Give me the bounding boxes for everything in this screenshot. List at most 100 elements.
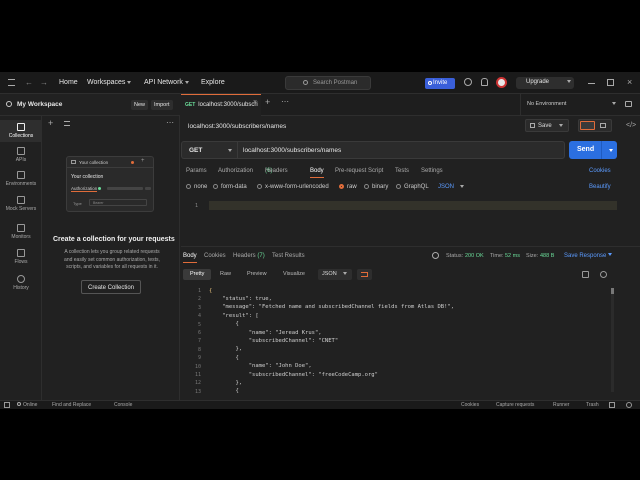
sidebar-item-flows[interactable]: Flows bbox=[0, 249, 42, 265]
edit-toggle[interactable] bbox=[578, 119, 612, 132]
sidebar-item-history[interactable]: History bbox=[0, 275, 42, 291]
view-preview[interactable]: Preview bbox=[243, 269, 271, 280]
response-scrollbar[interactable] bbox=[611, 288, 614, 392]
maximize-window-icon[interactable] bbox=[607, 79, 614, 86]
wrap-lines-button[interactable] bbox=[357, 269, 372, 280]
documentation-icon[interactable] bbox=[600, 123, 606, 128]
view-pretty[interactable]: Pretty bbox=[183, 269, 212, 280]
plus-icon[interactable]: + bbox=[48, 118, 53, 128]
online-status[interactable]: Online bbox=[17, 402, 37, 408]
find-replace-button[interactable]: Find and Replace bbox=[52, 402, 91, 408]
sidebar-item-collections[interactable]: Collections bbox=[0, 120, 42, 142]
nav-workspaces[interactable]: Workspaces bbox=[87, 79, 132, 86]
body-type-urlencoded[interactable]: x-www-form-urlencoded bbox=[257, 184, 329, 190]
body-type-none[interactable]: none bbox=[186, 184, 207, 190]
resp-tab-headers[interactable]: Headers (7) bbox=[233, 253, 265, 259]
tab-pre-request-script[interactable]: Pre-request Script bbox=[335, 168, 383, 174]
nav-api-network[interactable]: API Network bbox=[144, 79, 189, 86]
environment-quick-look-icon[interactable] bbox=[625, 101, 632, 107]
create-collection-button[interactable]: Create Collection bbox=[81, 280, 141, 294]
copy-icon[interactable] bbox=[582, 271, 589, 278]
editor-active-line bbox=[209, 201, 617, 210]
environment-selector[interactable]: No Environment bbox=[520, 94, 619, 115]
nav-explore[interactable]: Explore bbox=[201, 79, 225, 86]
body-type-form-data[interactable]: form-data bbox=[213, 184, 247, 190]
import-button[interactable]: Import bbox=[151, 100, 173, 110]
body-type-raw[interactable]: raw bbox=[339, 184, 357, 190]
trash-button[interactable]: Trash bbox=[586, 402, 599, 408]
view-visualize[interactable]: Visualize bbox=[279, 269, 309, 280]
cookies-button[interactable]: Cookies bbox=[461, 402, 479, 408]
sidebar-item-mock-servers[interactable]: Mock Servers bbox=[0, 196, 42, 212]
code-line: "status": true, bbox=[209, 295, 272, 302]
back-arrow-icon[interactable]: ← bbox=[25, 78, 33, 87]
sidebar-toggle-icon[interactable] bbox=[4, 402, 10, 408]
response-scrollbar-thumb[interactable] bbox=[611, 288, 614, 294]
sidebar-item-apis[interactable]: APIs bbox=[0, 147, 42, 163]
new-button[interactable]: New bbox=[131, 100, 149, 110]
console-button[interactable]: Console bbox=[114, 402, 132, 408]
runner-button[interactable]: Runner bbox=[553, 402, 569, 408]
chevron-down-icon bbox=[566, 79, 571, 83]
upgrade-button[interactable]: Upgrade bbox=[516, 77, 574, 89]
search-input[interactable]: Search Postman bbox=[285, 76, 371, 90]
editor-resize-divider[interactable] bbox=[181, 246, 640, 247]
radio-icon bbox=[213, 184, 218, 189]
close-tab-icon[interactable]: × bbox=[253, 99, 257, 106]
save-response-button[interactable]: Save Response bbox=[564, 253, 613, 259]
resp-tab-body[interactable]: Body bbox=[183, 253, 197, 263]
resp-tab-test-results[interactable]: Test Results bbox=[272, 253, 305, 259]
tab-headers[interactable]: Headers (6) bbox=[265, 168, 288, 174]
postman-app: ← → Home Workspaces API Network Explore … bbox=[0, 72, 640, 409]
beautify-link[interactable]: Beautify bbox=[589, 184, 611, 190]
capture-requests-button[interactable]: Capture requests bbox=[496, 402, 534, 408]
pencil-icon[interactable] bbox=[580, 121, 595, 130]
settings-icon[interactable] bbox=[464, 78, 472, 86]
nav-home[interactable]: Home bbox=[59, 79, 78, 86]
body-type-binary[interactable]: binary bbox=[364, 184, 388, 190]
environments-icon bbox=[17, 171, 25, 179]
body-type-graphql[interactable]: GraphQL bbox=[396, 184, 429, 190]
url-input[interactable]: localhost:3000/subscribers/names bbox=[237, 141, 565, 159]
tab-body[interactable]: Body bbox=[310, 168, 324, 178]
minimize-window-icon[interactable] bbox=[588, 83, 595, 84]
more-options-icon[interactable]: ⋯ bbox=[166, 118, 174, 127]
menu-icon[interactable] bbox=[8, 79, 15, 86]
cookies-link[interactable]: Cookies bbox=[589, 168, 611, 174]
send-button[interactable]: Send bbox=[569, 141, 617, 159]
invite-button[interactable]: Invite bbox=[425, 78, 455, 89]
search-response-icon[interactable] bbox=[600, 271, 607, 278]
filter-icon[interactable] bbox=[64, 121, 70, 126]
collections-icon bbox=[17, 123, 25, 131]
tab-request[interactable]: GET localhost:3000/subscri bbox=[181, 94, 261, 116]
help-icon[interactable] bbox=[626, 402, 632, 408]
bell-icon[interactable] bbox=[481, 78, 488, 86]
method-select[interactable]: GET bbox=[181, 141, 237, 159]
sidebar-item-monitors[interactable]: Monitors bbox=[0, 224, 42, 240]
code-snippet-icon[interactable]: </> bbox=[626, 122, 636, 129]
save-button[interactable]: Save bbox=[525, 119, 569, 132]
avatar[interactable] bbox=[496, 77, 507, 88]
request-name[interactable]: localhost:3000/subscribers/names bbox=[188, 123, 286, 130]
tab-params[interactable]: Params bbox=[186, 168, 207, 174]
body-type-label: none bbox=[194, 184, 208, 190]
tab-authorization[interactable]: Authorization bbox=[218, 168, 253, 174]
layout-icon[interactable] bbox=[609, 402, 615, 408]
workspace-name[interactable]: My Workspace bbox=[17, 101, 62, 108]
tab-settings[interactable]: Settings bbox=[421, 168, 443, 174]
create-collection-label: Create Collection bbox=[87, 284, 135, 291]
tab-tests[interactable]: Tests bbox=[395, 168, 409, 174]
new-tab-icon[interactable]: + bbox=[265, 97, 270, 107]
body-format-select[interactable]: JSON bbox=[438, 184, 465, 190]
response-format-select[interactable]: JSON bbox=[318, 269, 352, 280]
request-body-editor[interactable]: 1 bbox=[181, 199, 617, 245]
forward-arrow-icon[interactable]: → bbox=[40, 78, 48, 87]
view-raw[interactable]: Raw bbox=[216, 269, 235, 280]
tabs-more-icon[interactable]: ⋯ bbox=[281, 97, 289, 106]
sidebar-item-label: APIs bbox=[15, 157, 27, 163]
close-window-icon[interactable]: × bbox=[627, 77, 632, 87]
resp-tab-cookies[interactable]: Cookies bbox=[204, 253, 226, 259]
chevron-down-icon[interactable] bbox=[609, 149, 613, 152]
code-line-number: 4 bbox=[197, 313, 201, 320]
sidebar-item-environments[interactable]: Environments bbox=[0, 171, 42, 187]
